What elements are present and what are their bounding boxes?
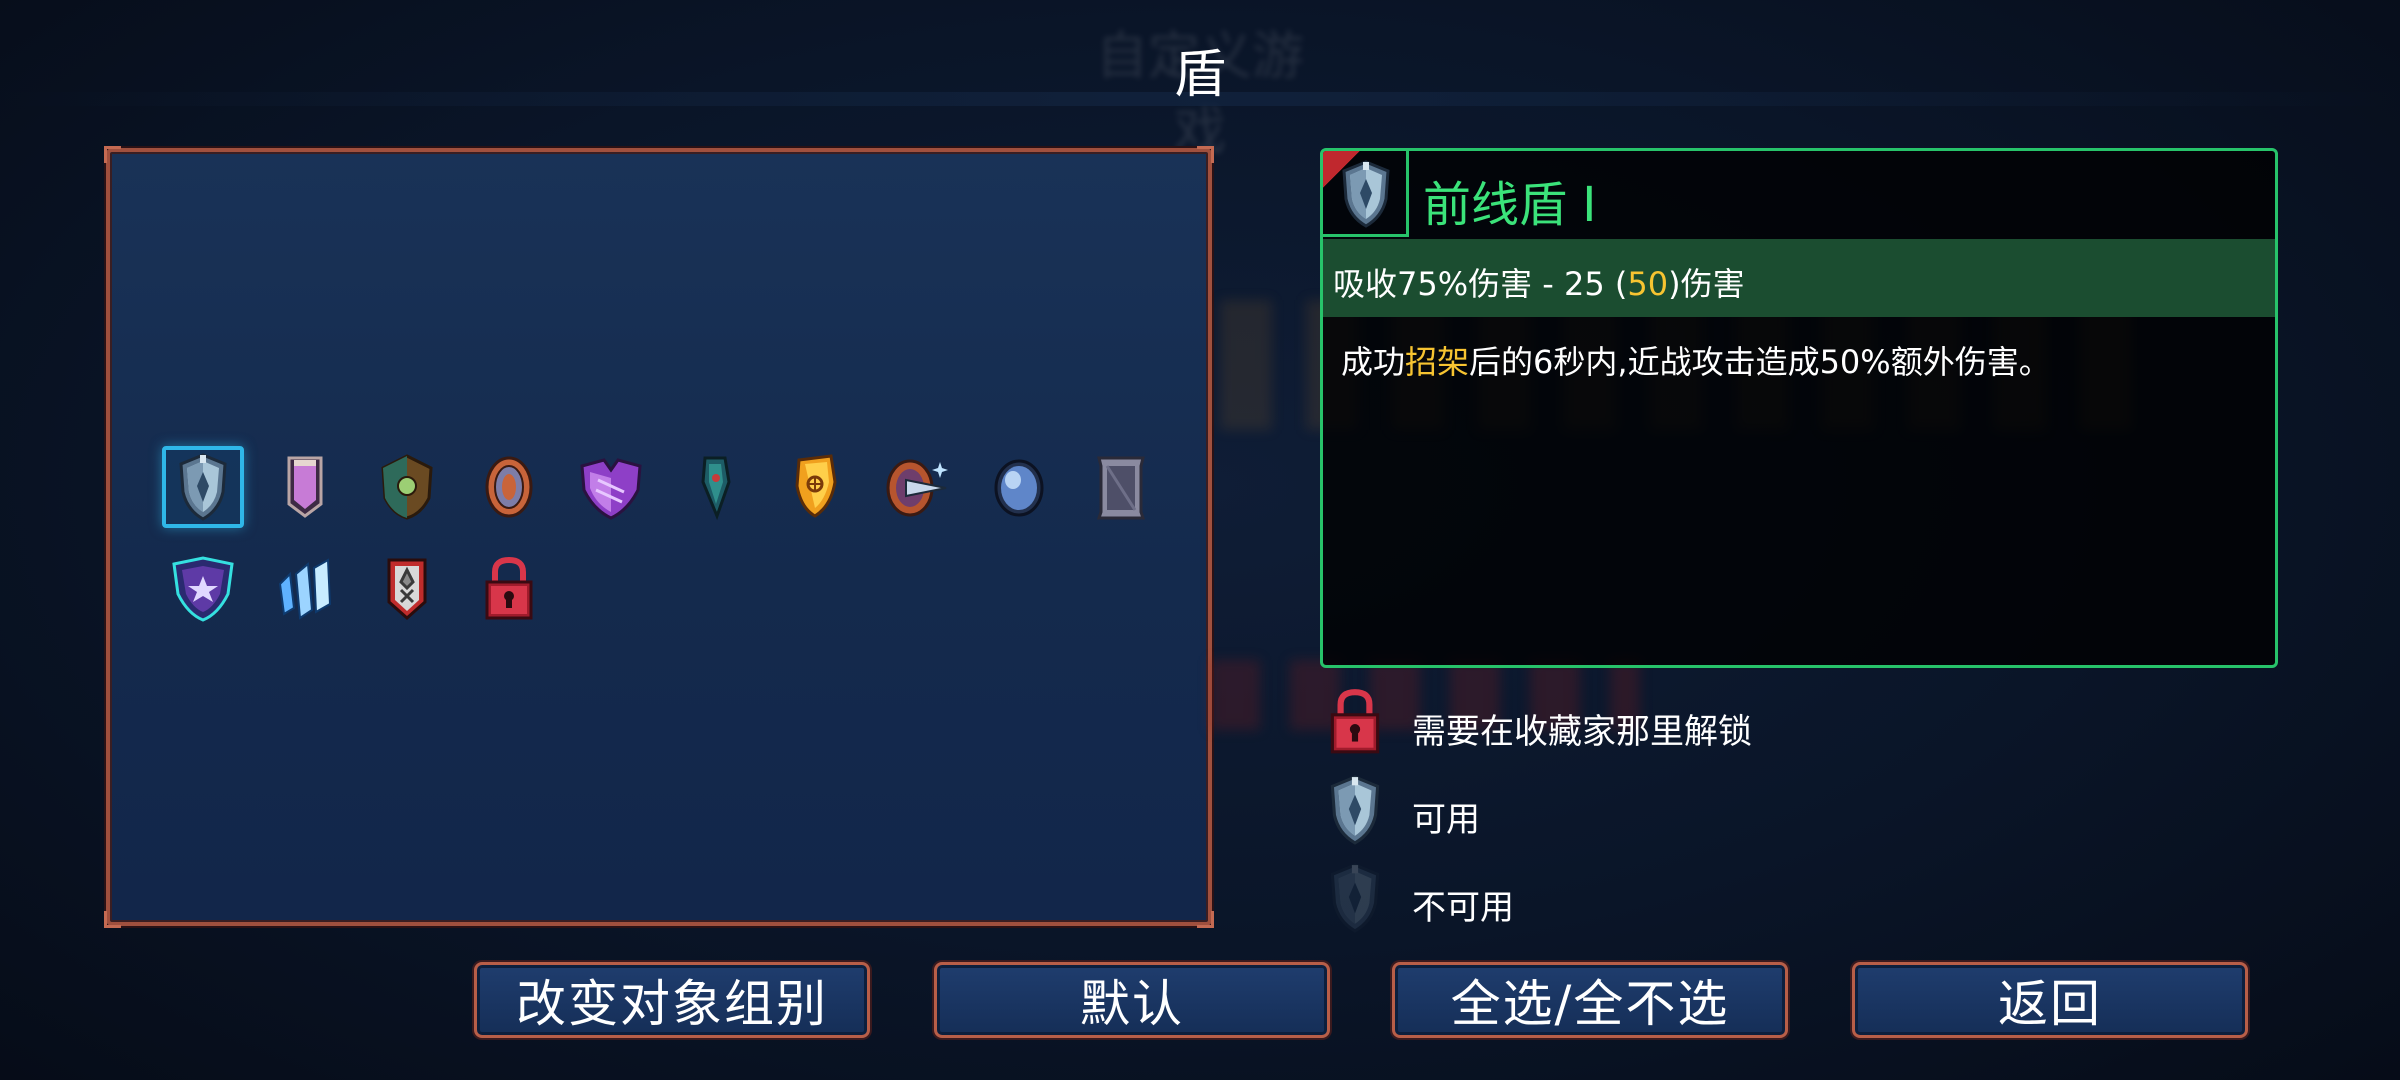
item-slot-golden-shield[interactable] [774,446,856,528]
desc-highlight: 招架 [1405,343,1470,381]
legend-label: 需要在收藏家那里解锁 [1412,712,1752,752]
panel-corner [1197,146,1214,163]
item-slot-purple-banner-shield[interactable] [264,446,346,528]
item-slot-purple-heart-shield[interactable] [570,446,652,528]
item-description: 成功招架后的6秒内,近战攻击造成50%额外伤害。 [1341,337,2051,383]
shield-unavailable-icon [1320,862,1390,934]
desc-prefix: 成功 [1341,343,1406,381]
select-all-label: 全选/全不选 [1450,975,1730,1033]
item-slot-tower-shield[interactable] [1080,446,1162,528]
panel-corner [104,911,121,928]
legend-label: 可用 [1412,800,1480,840]
item-grid-panel [104,146,1214,928]
item-slot-green-gem-shield[interactable] [366,446,448,528]
change-group-button[interactable]: 改变对象组别 [474,962,870,1038]
item-slot-teal-kite-shield[interactable] [672,446,754,528]
stat-suffix: )伤害 [1668,265,1745,303]
back-button[interactable]: 返回 [1852,962,2248,1038]
purple-heart-shield-icon [576,452,646,522]
item-slot-locked[interactable] [468,548,550,630]
red-white-shield-icon [372,554,442,624]
stat-highlight: 50 [1627,265,1669,303]
item-info-icon-frame [1323,151,1409,237]
item-slot-spike-round-shield[interactable] [876,446,958,528]
blue-orb-shield-icon [984,452,1054,522]
item-slot-bronze-round-shield[interactable] [468,446,550,528]
green-gem-shield-icon [372,452,442,522]
golden-shield-icon [780,452,850,522]
padlock-icon [1320,686,1390,758]
page-title: 盾 [1173,45,1226,105]
item-slot-blue-orb-shield[interactable] [978,446,1060,528]
change-group-label: 改变对象组别 [516,975,828,1033]
legend-label: 不可用 [1412,888,1514,928]
spike-round-shield-icon [882,452,952,522]
item-info-header: 前线盾 I [1323,151,2275,239]
item-name: 前线盾 I [1423,177,1597,233]
tower-shield-icon [1086,452,1156,522]
select-all-button[interactable]: 全选/全不选 [1392,962,1788,1038]
frontline-shield-icon [1335,159,1397,229]
item-info-panel: 前线盾 I 吸收75%伤害 - 25 (50)伤害 成功招架后的6秒内,近战攻击… [1320,148,2278,668]
panel-corner [104,146,121,163]
stat-prefix: 吸收75%伤害 - 25 ( [1333,265,1628,303]
shield-available-icon [1320,774,1390,846]
purple-banner-shield-icon [270,452,340,522]
item-slot-purple-star-shield[interactable] [162,548,244,630]
padlock-icon [474,554,544,624]
item-stat-text: 吸收75%伤害 - 25 (50)伤害 [1333,259,1745,305]
default-label: 默认 [1080,975,1184,1033]
back-label: 返回 [1998,975,2102,1033]
bronze-round-shield-icon [474,452,544,522]
ice-crystal-shield-icon [270,554,340,624]
item-slot-frontline-shield[interactable] [162,446,244,528]
item-stat-row: 吸收75%伤害 - 25 (50)伤害 [1323,239,2275,317]
teal-kite-shield-icon [678,452,748,522]
desc-suffix: 后的6秒内,近战攻击造成50%额外伤害。 [1469,343,2051,381]
frontline-shield-icon [168,452,238,522]
purple-star-shield-icon [168,554,238,624]
default-button[interactable]: 默认 [934,962,1330,1038]
item-slot-red-white-shield[interactable] [366,548,448,630]
panel-corner [1197,911,1214,928]
item-slot-ice-crystal-shield[interactable] [264,548,346,630]
